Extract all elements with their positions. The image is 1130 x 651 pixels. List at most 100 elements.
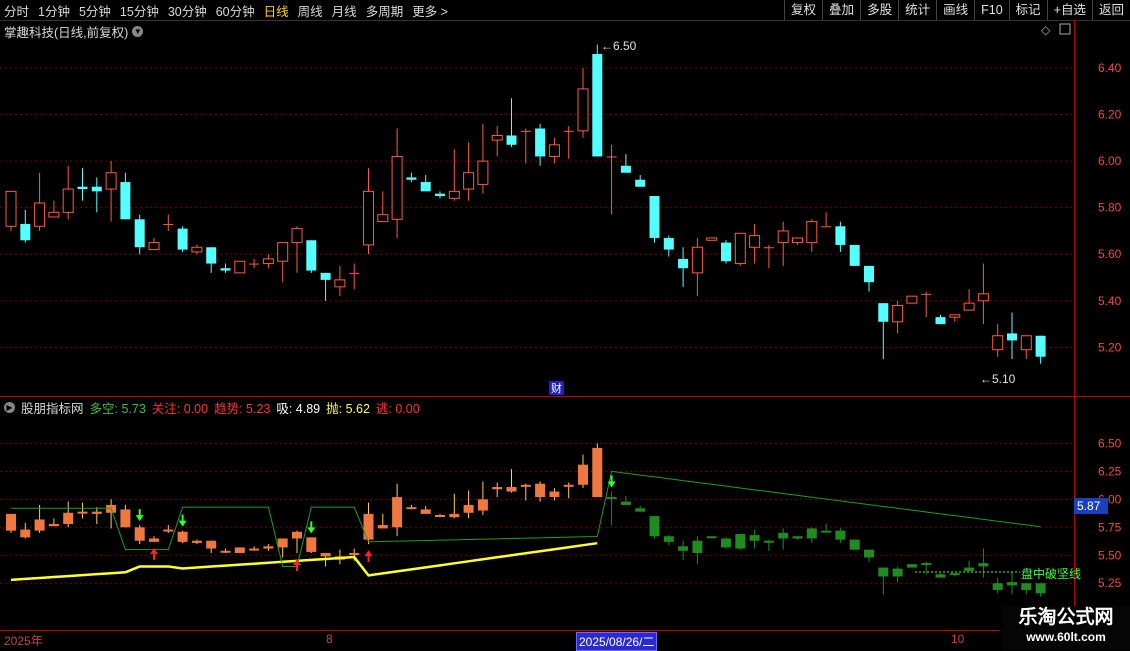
sub-candle-body — [20, 529, 31, 538]
candle-body — [620, 165, 631, 173]
candle-body — [1007, 333, 1017, 341]
candle-body — [592, 53, 603, 157]
candle-body — [520, 130, 531, 132]
candle-body — [849, 244, 860, 266]
sub-candle-body — [306, 537, 317, 552]
date-label-year: 2025年 — [4, 634, 43, 648]
candle-body — [5, 190, 17, 227]
candle-body — [48, 211, 60, 218]
candle-body — [277, 242, 289, 262]
candle-body — [892, 304, 904, 323]
candle-body — [649, 196, 660, 238]
sub-candle-body — [964, 567, 975, 571]
candle-body — [949, 314, 961, 318]
sub-candle-body — [449, 513, 460, 518]
candle-body — [792, 237, 803, 244]
candle-body — [977, 293, 989, 302]
date-axis: 2025年 8 2025/08/26/二 10 — [0, 630, 1000, 651]
sub-y-tick: 5.75 — [1098, 520, 1122, 534]
candle-body — [377, 214, 389, 223]
candle-body — [506, 135, 517, 145]
main-y-tick: 6.00 — [1098, 154, 1122, 168]
candle-body — [134, 219, 145, 248]
candle-body — [249, 263, 260, 265]
high-price-label: ←6.50 — [601, 39, 637, 53]
candle-body — [963, 302, 975, 311]
sub-candle-body — [549, 491, 560, 498]
kline-chart[interactable]: 6.406.206.005.805.605.405.206.506.256.00… — [0, 0, 1130, 650]
indicator-value-3: 吸: 4.89 — [276, 402, 321, 416]
candle-body — [491, 134, 503, 141]
candle-body — [148, 242, 160, 251]
sub-candle-body — [663, 536, 674, 542]
candle-body — [935, 317, 946, 325]
candle-body — [835, 226, 846, 245]
candle-body — [349, 272, 360, 274]
sub-candle-body — [34, 519, 45, 531]
candle-body — [635, 179, 646, 187]
sub-candle-body — [363, 513, 374, 540]
current-price-value: 5.87 — [1077, 499, 1101, 513]
watermark-url: www.60lt.com — [1026, 630, 1106, 644]
candle-body — [391, 155, 403, 220]
sub-candle-body — [120, 509, 131, 528]
sub-candle-body — [821, 530, 832, 533]
sub-candle-body — [578, 464, 588, 485]
candle-body — [406, 177, 417, 180]
sub-candle-body — [864, 549, 874, 558]
candle-body — [320, 272, 331, 280]
sub-candle-body — [6, 513, 16, 531]
candle-body — [220, 268, 231, 271]
sub-candle-body — [649, 516, 660, 537]
expand-icon[interactable]: ▶ — [4, 402, 15, 413]
candle-body — [105, 172, 117, 190]
sub-candle-body — [692, 540, 703, 554]
sub-candle-body — [477, 499, 488, 511]
sub-candle-body — [1021, 583, 1032, 590]
candle-body — [334, 279, 346, 288]
candle-body — [777, 230, 789, 244]
candle-body — [992, 335, 1004, 351]
sub-candle-body — [134, 527, 145, 541]
sell-arrow-icon — [135, 509, 144, 522]
sub-candle-body — [563, 484, 574, 487]
sub-candle-body — [392, 497, 403, 528]
main-y-tick: 5.80 — [1098, 201, 1122, 215]
indicator-name[interactable]: 股朋指标网 — [21, 398, 84, 417]
candle-body — [463, 172, 475, 190]
sub-candle-body — [206, 540, 217, 549]
sub-y-tick: 5.25 — [1098, 576, 1122, 590]
sub-candle-body — [48, 523, 59, 527]
sub-candle-body — [706, 536, 717, 539]
sub-candle-body — [320, 553, 331, 557]
candle-body — [691, 246, 703, 274]
candle-body — [77, 186, 88, 190]
indicator-value-4: 抛: 5.62 — [326, 402, 370, 416]
main-y-tick: 5.40 — [1098, 294, 1122, 308]
sub-y-tick: 6.50 — [1098, 436, 1122, 450]
candle-body — [606, 156, 617, 158]
sub-candle-body — [463, 504, 474, 513]
signal-text: 盘中破坚线 — [1021, 566, 1081, 581]
candle-body — [234, 260, 246, 274]
date-label-month-10: 10 — [951, 632, 965, 646]
candle-body — [906, 295, 918, 304]
sub-candle-body — [592, 447, 603, 498]
candle-body — [306, 240, 317, 271]
candle-body — [448, 190, 460, 199]
sub-candle-body — [892, 568, 903, 577]
candle-body — [678, 258, 689, 269]
main-y-tick: 6.40 — [1098, 61, 1122, 75]
sub-candle-body — [506, 487, 517, 492]
sub-candle-body — [678, 546, 689, 551]
date-label-selected: 2025/08/26/二 — [576, 632, 658, 651]
sub-candle-body — [620, 501, 631, 505]
sub-candle-body — [349, 553, 360, 556]
candle-body — [577, 88, 589, 132]
sub-candle-body — [778, 532, 789, 539]
sub-candle-body — [191, 540, 202, 543]
sub-candle-body — [520, 484, 531, 487]
main-y-tick: 5.20 — [1098, 340, 1122, 354]
candle-body — [1020, 335, 1032, 351]
candle-body — [864, 265, 874, 283]
